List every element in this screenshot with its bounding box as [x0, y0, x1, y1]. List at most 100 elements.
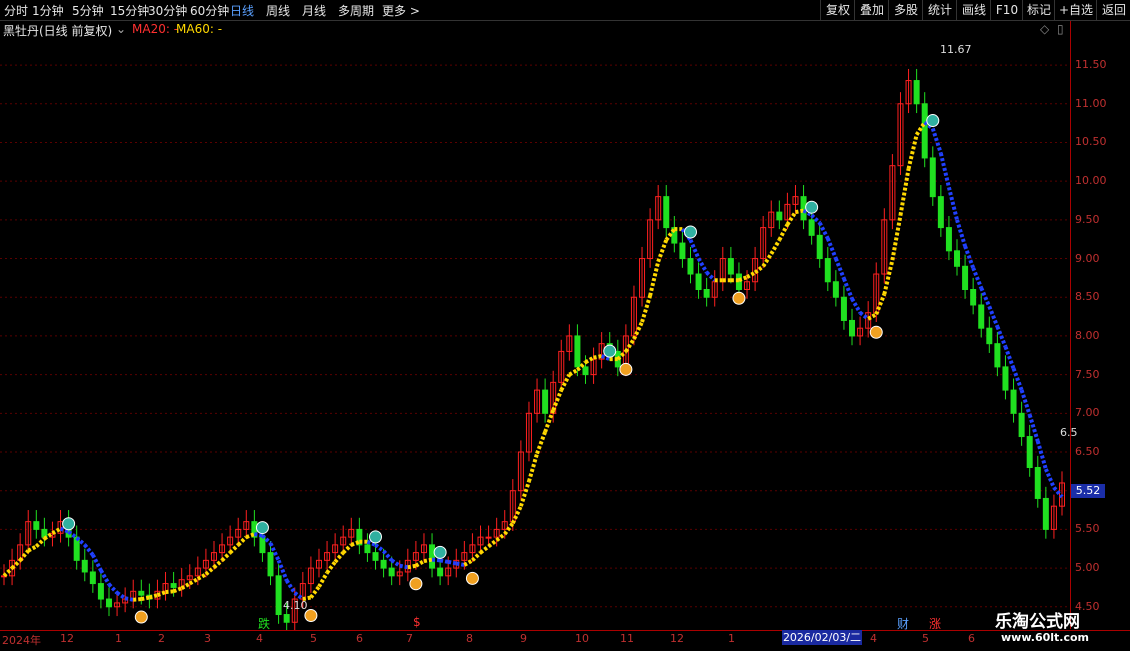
- rise-marker[interactable]: 涨: [929, 615, 941, 632]
- period-tab-3[interactable]: 15分钟: [110, 2, 149, 19]
- ma-line-segment: [220, 551, 232, 562]
- candle-body: [921, 103, 928, 159]
- candle-body: [913, 80, 920, 105]
- candle-body: [994, 343, 1001, 368]
- candle-body: [437, 567, 444, 577]
- period-tab-10[interactable]: 更多 >: [382, 2, 420, 19]
- diamond-icon[interactable]: ◇: [1040, 22, 1049, 36]
- toolbar-action-0[interactable]: 复权: [820, 0, 855, 20]
- ma-line-segment: [390, 558, 401, 568]
- ma-line-segment: [825, 237, 838, 260]
- ma-line-segment: [10, 558, 22, 570]
- x-tick-2: 1: [115, 632, 122, 645]
- settings-gear-icon[interactable]: ⌄: [116, 22, 126, 36]
- ma-line-segment: [753, 264, 765, 275]
- toolbar-action-1[interactable]: 叠加: [854, 0, 889, 20]
- candle-body: [695, 273, 702, 291]
- candle-body: [1002, 366, 1009, 391]
- ma-line-segment: [624, 337, 636, 353]
- ma-line-segment: [648, 261, 661, 297]
- candle-body: [832, 281, 839, 298]
- x-tick-13: 12: [670, 632, 684, 645]
- window-toggle-icon[interactable]: ▯: [1057, 22, 1064, 36]
- ma-line-segment: [785, 211, 798, 226]
- candle-body: [663, 196, 670, 229]
- candle-body: [364, 544, 371, 554]
- ma-line-segment: [746, 270, 757, 279]
- candle-body: [945, 227, 952, 252]
- dividend-marker[interactable]: $: [413, 615, 421, 629]
- toolbar-action-2[interactable]: 多股: [888, 0, 923, 20]
- ma-line-segment: [2, 566, 14, 578]
- ma-line-segment: [407, 563, 417, 570]
- period-tab-5[interactable]: 60分钟: [190, 2, 229, 19]
- sell-signal-icon: [926, 114, 940, 128]
- toolbar-action-5[interactable]: F10: [990, 0, 1023, 20]
- candle-body: [429, 544, 436, 569]
- period-tab-4[interactable]: 30分钟: [148, 2, 187, 19]
- candle-body: [849, 319, 856, 337]
- toolbar-action-7[interactable]: +自选: [1054, 0, 1097, 20]
- period-tab-6[interactable]: 日线: [230, 2, 254, 19]
- x-tick-8: 7: [406, 632, 413, 645]
- ma-line-segment: [382, 549, 394, 562]
- ma-line-segment: [705, 271, 717, 282]
- ma-line-segment: [955, 219, 967, 247]
- sell-signal-icon: [433, 545, 447, 559]
- ma-line-segment: [946, 186, 959, 221]
- kline-chart[interactable]: [0, 38, 1070, 630]
- finance-marker[interactable]: 财: [897, 615, 909, 632]
- x-tick-1: 12: [60, 632, 74, 645]
- ma-line-segment: [987, 305, 1000, 328]
- x-tick-5: 4: [256, 632, 263, 645]
- candle-body: [574, 335, 581, 368]
- ma-line-segment: [834, 257, 846, 280]
- ma-line-segment: [333, 551, 345, 564]
- ma-line-segment: [963, 245, 976, 269]
- toolbar-action-4[interactable]: 画线: [956, 0, 991, 20]
- x-tick-12: 11: [620, 632, 634, 645]
- ma-line-segment: [761, 252, 773, 268]
- buy-signal-icon: [732, 291, 746, 305]
- sell-signal-icon: [805, 200, 819, 214]
- y-tick-0: 11.50: [1075, 58, 1107, 72]
- period-tab-7[interactable]: 周线: [266, 2, 290, 19]
- fall-marker[interactable]: 跌: [258, 615, 270, 632]
- ma-line-segment: [1019, 389, 1032, 416]
- ma-line-segment: [593, 354, 603, 360]
- ma-line-segment: [1035, 440, 1048, 470]
- y-tick-12: 5.50: [1075, 522, 1100, 536]
- ma-line-segment: [471, 551, 482, 562]
- period-tab-8[interactable]: 月线: [302, 2, 326, 19]
- candle-body: [824, 258, 831, 283]
- candle-body: [727, 258, 734, 275]
- ma20-label: MA20: -: [132, 22, 179, 36]
- period-tab-9[interactable]: 多周期: [338, 2, 374, 19]
- ma-line-segment: [156, 590, 167, 598]
- ma-line-segment: [212, 558, 224, 569]
- period-tab-1[interactable]: 1分钟: [32, 2, 64, 19]
- period-tab-0[interactable]: 分时: [4, 2, 28, 19]
- ma-line-segment: [399, 563, 409, 570]
- period-tab-2[interactable]: 5分钟: [72, 2, 104, 19]
- toolbar-action-6[interactable]: 标记: [1022, 0, 1055, 20]
- toolbar-action-8[interactable]: 返回: [1096, 0, 1130, 20]
- candle-body: [703, 289, 710, 298]
- toolbar-action-3[interactable]: 统计: [922, 0, 957, 20]
- ma-line-segment: [850, 297, 862, 314]
- sell-signal-icon: [683, 225, 697, 239]
- candle-body: [73, 536, 80, 561]
- ma-line-segment: [503, 522, 515, 536]
- ma-line-segment: [341, 543, 353, 555]
- ma-line-segment: [165, 589, 174, 595]
- candle-body: [816, 234, 823, 260]
- ma-line-segment: [511, 505, 523, 525]
- y-tick-4: 9.50: [1075, 212, 1100, 226]
- y-tick-2: 10.50: [1075, 135, 1107, 149]
- ma-line-segment: [930, 127, 943, 154]
- candle-body: [170, 583, 177, 588]
- ma-line-segment: [325, 560, 337, 574]
- x-tick-6: 5: [310, 632, 317, 645]
- candle-body: [986, 327, 993, 345]
- ma-line-segment: [495, 532, 506, 542]
